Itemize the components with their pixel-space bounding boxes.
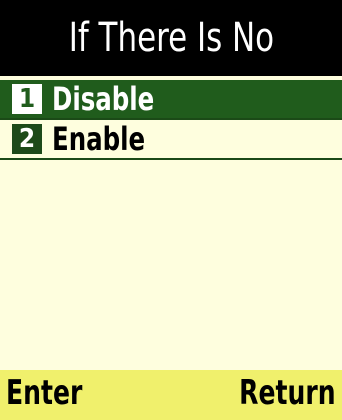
enter-softkey[interactable]: Enter xyxy=(6,376,82,410)
screen-title: If There Is No xyxy=(68,15,274,61)
menu-item-label: Enable xyxy=(52,120,146,158)
menu-item-label: Disable xyxy=(52,80,155,118)
title-bar: If There Is No xyxy=(0,0,342,76)
menu-item-enable[interactable]: 2 Enable xyxy=(0,120,342,160)
phone-screen: If There Is No 1 Disable 2 Enable Enter … xyxy=(0,0,342,420)
options-menu: 1 Disable 2 Enable xyxy=(0,80,342,160)
item-number-badge: 1 xyxy=(12,84,42,114)
return-softkey[interactable]: Return xyxy=(240,376,336,410)
menu-item-disable[interactable]: 1 Disable xyxy=(0,80,342,120)
item-number-badge: 2 xyxy=(12,124,42,154)
softkey-bar: Enter Return xyxy=(0,370,342,420)
